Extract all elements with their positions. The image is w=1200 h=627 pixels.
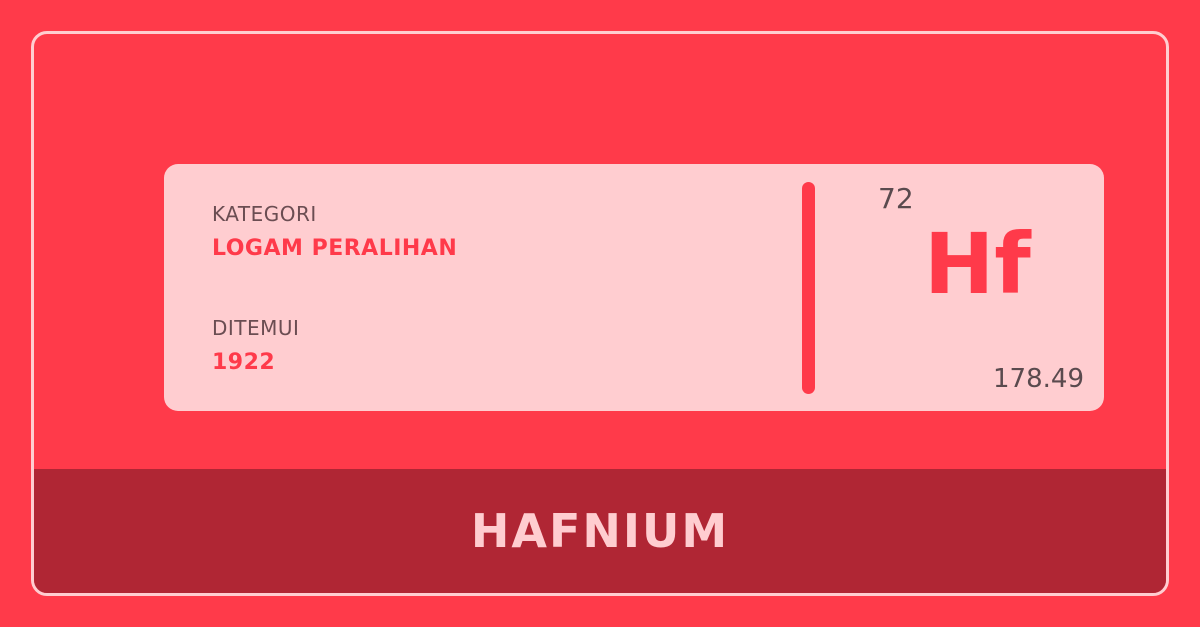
element-card: KATEGORI LOGAM PERALIHAN DITEMUI 1922 72… <box>164 164 1104 411</box>
page: { "card": { "category_label": "KATEGORI"… <box>0 0 1200 627</box>
footer-bar: HAFNIUM <box>34 469 1166 593</box>
element-name: HAFNIUM <box>470 504 730 558</box>
element-frame: KATEGORI LOGAM PERALIHAN DITEMUI 1922 72… <box>31 31 1169 596</box>
discovered-value: 1922 <box>212 350 276 375</box>
element-symbol: Hf <box>924 215 1031 313</box>
atomic-number: 72 <box>878 182 914 215</box>
vertical-divider <box>802 182 815 394</box>
category-label: KATEGORI <box>212 202 317 226</box>
atomic-mass: 178.49 <box>993 364 1084 394</box>
discovered-label: DITEMUI <box>212 316 300 340</box>
category-value: LOGAM PERALIHAN <box>212 236 458 261</box>
